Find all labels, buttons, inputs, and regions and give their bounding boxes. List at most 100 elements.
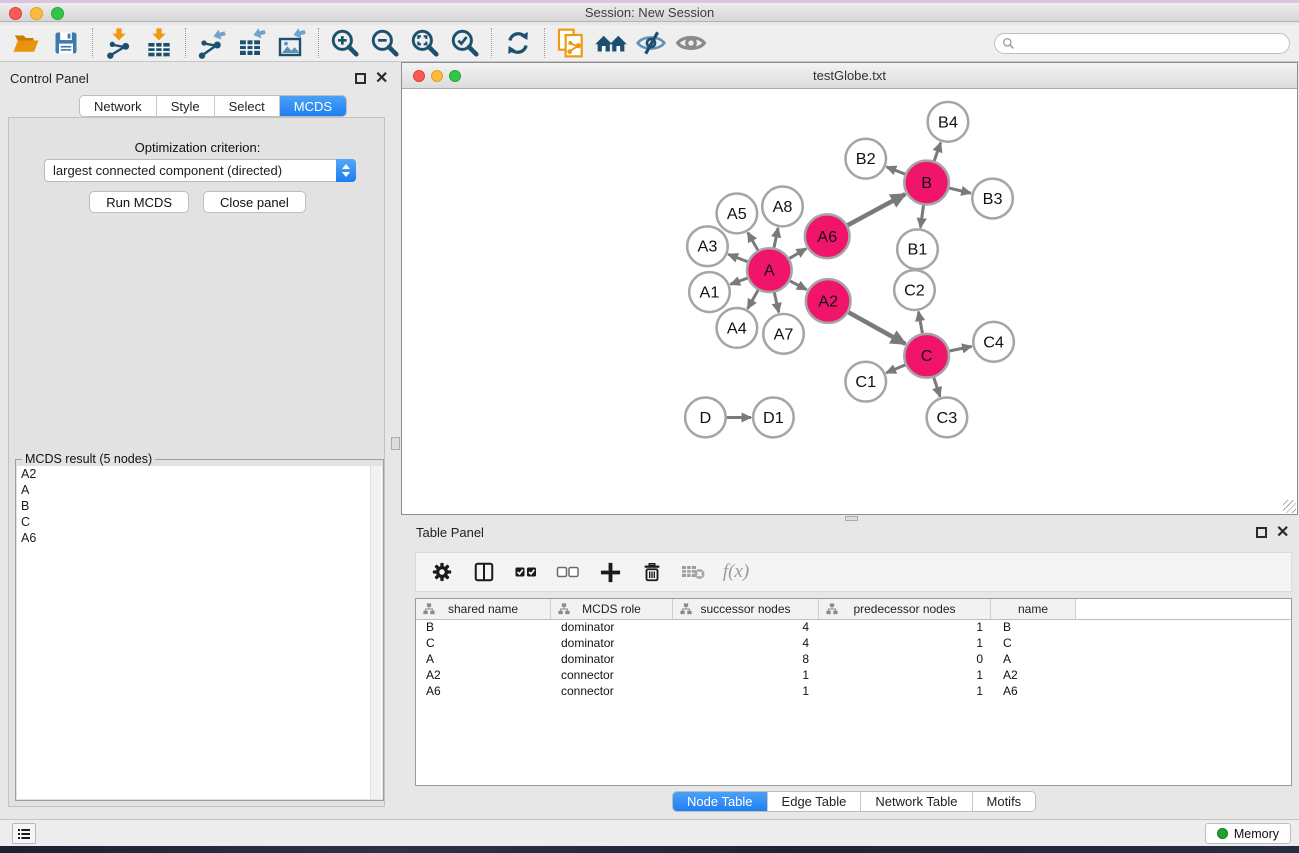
clone-network-button[interactable] <box>551 26 591 60</box>
show-columns-button[interactable] <box>470 555 498 589</box>
network-window-titlebar[interactable]: testGlobe.txt <box>402 63 1297 89</box>
table-row[interactable]: A2connector11A2 <box>416 668 1291 684</box>
edge-C-C1[interactable] <box>886 365 905 373</box>
edge-A-A1[interactable] <box>730 278 747 284</box>
node-B4[interactable]: B4 <box>928 102 969 142</box>
table-cell[interactable]: A6 <box>991 684 1076 700</box>
table-cell[interactable]: 4 <box>673 620 819 636</box>
table-cell[interactable]: A <box>416 652 551 668</box>
table-cell[interactable]: B <box>991 620 1076 636</box>
show-panels-button[interactable] <box>671 26 711 60</box>
table-row[interactable]: Adominator80A <box>416 652 1291 668</box>
table-cell[interactable]: A6 <box>416 684 551 700</box>
export-image-button[interactable] <box>272 26 312 60</box>
column-header-MCDS-role[interactable]: MCDS role <box>551 599 673 619</box>
delete-table-button[interactable] <box>680 555 708 589</box>
table-cell[interactable]: 4 <box>673 636 819 652</box>
mcds-result-list[interactable]: A2ABCA6 <box>17 466 382 799</box>
edge-A-A4[interactable] <box>748 290 758 309</box>
node-B[interactable]: B <box>904 161 949 205</box>
node-A8[interactable]: A8 <box>762 187 803 227</box>
table-cell[interactable]: 0 <box>819 652 991 668</box>
search-field[interactable] <box>994 33 1290 54</box>
import-table-button[interactable] <box>139 26 179 60</box>
select-all-button[interactable] <box>512 555 540 589</box>
node-A1[interactable]: A1 <box>689 272 730 312</box>
table-cell[interactable]: C <box>416 636 551 652</box>
table-row[interactable]: Bdominator41B <box>416 620 1291 636</box>
table-cell[interactable]: 1 <box>819 668 991 684</box>
node-A7[interactable]: A7 <box>763 314 804 354</box>
node-D1[interactable]: D1 <box>753 398 794 438</box>
table-cell[interactable]: dominator <box>551 636 673 652</box>
table-cell[interactable]: 1 <box>819 684 991 700</box>
edge-A6-B[interactable] <box>848 194 906 225</box>
refresh-button[interactable] <box>498 26 538 60</box>
edge-A-A3[interactable] <box>728 254 747 261</box>
edge-B-B1[interactable] <box>920 205 923 227</box>
split-divider-handle[interactable] <box>391 437 400 450</box>
table-cell[interactable]: A2 <box>416 668 551 684</box>
node-A3[interactable]: A3 <box>687 226 728 266</box>
network-graph[interactable]: AA1A2A3A4A5A6A7A8BB1B2B3B4CC1C2C3C4DD1 <box>402 89 1297 514</box>
float-panel-icon[interactable] <box>1256 527 1267 538</box>
edge-A2-C[interactable] <box>848 312 905 344</box>
float-panel-icon[interactable] <box>355 73 366 84</box>
column-header-shared-name[interactable]: shared name <box>416 599 551 619</box>
edge-C-C3[interactable] <box>934 378 940 397</box>
table-cell[interactable]: 1 <box>819 620 991 636</box>
node-C4[interactable]: C4 <box>973 322 1014 362</box>
tab-node-table[interactable]: Node Table <box>673 792 768 811</box>
save-session-button[interactable] <box>46 26 86 60</box>
edge-C-C4[interactable] <box>949 346 971 351</box>
node-A4[interactable]: A4 <box>717 308 758 348</box>
table-row[interactable]: A6connector11A6 <box>416 684 1291 700</box>
node-C1[interactable]: C1 <box>845 362 886 402</box>
column-header-name[interactable]: name <box>991 599 1076 619</box>
delete-column-button[interactable] <box>638 555 666 589</box>
node-B3[interactable]: B3 <box>972 179 1013 219</box>
criterion-dropdown[interactable]: largest connected component (directed) <box>44 159 356 182</box>
memory-button[interactable]: Memory <box>1205 823 1291 844</box>
table-cell[interactable]: connector <box>551 684 673 700</box>
hide-panels-button[interactable] <box>631 26 671 60</box>
node-A6[interactable]: A6 <box>805 214 850 258</box>
table-cell[interactable]: 1 <box>673 668 819 684</box>
zoom-selected-button[interactable] <box>445 26 485 60</box>
edge-A-A6[interactable] <box>789 249 806 259</box>
edge-A-A5[interactable] <box>748 233 758 251</box>
table-cell[interactable]: dominator <box>551 652 673 668</box>
table-cell[interactable]: dominator <box>551 620 673 636</box>
tab-style[interactable]: Style <box>157 96 215 116</box>
result-item[interactable]: A2 <box>17 466 382 482</box>
search-input[interactable] <box>1019 36 1289 52</box>
add-column-button[interactable] <box>596 555 624 589</box>
column-header-predecessor-nodes[interactable]: predecessor nodes <box>819 599 991 619</box>
tab-network-table[interactable]: Network Table <box>861 792 972 811</box>
task-history-button[interactable] <box>12 823 36 844</box>
table-cell[interactable]: 1 <box>819 636 991 652</box>
close-panel-icon[interactable]: ✕ <box>1276 527 1289 538</box>
open-file-button[interactable] <box>6 26 46 60</box>
table-cell[interactable]: connector <box>551 668 673 684</box>
edge-B-B2[interactable] <box>886 167 904 174</box>
table-cell[interactable]: A <box>991 652 1076 668</box>
result-item[interactable]: B <box>17 498 382 514</box>
result-item[interactable]: C <box>17 514 382 530</box>
node-C[interactable]: C <box>904 334 949 378</box>
table-cell[interactable]: A2 <box>991 668 1076 684</box>
edge-B-B3[interactable] <box>949 188 971 193</box>
tab-edge-table[interactable]: Edge Table <box>768 792 862 811</box>
table-settings-button[interactable] <box>428 555 456 589</box>
zoom-out-button[interactable] <box>365 26 405 60</box>
home-button[interactable] <box>591 26 631 60</box>
node-B1[interactable]: B1 <box>897 229 938 269</box>
result-item[interactable]: A <box>17 482 382 498</box>
zoom-in-button[interactable] <box>325 26 365 60</box>
table-cell[interactable]: B <box>416 620 551 636</box>
run-mcds-button[interactable]: Run MCDS <box>89 191 189 213</box>
tab-motifs[interactable]: Motifs <box>973 792 1036 811</box>
edge-C-C2[interactable] <box>918 312 922 334</box>
import-network-button[interactable] <box>99 26 139 60</box>
node-B2[interactable]: B2 <box>845 139 886 179</box>
